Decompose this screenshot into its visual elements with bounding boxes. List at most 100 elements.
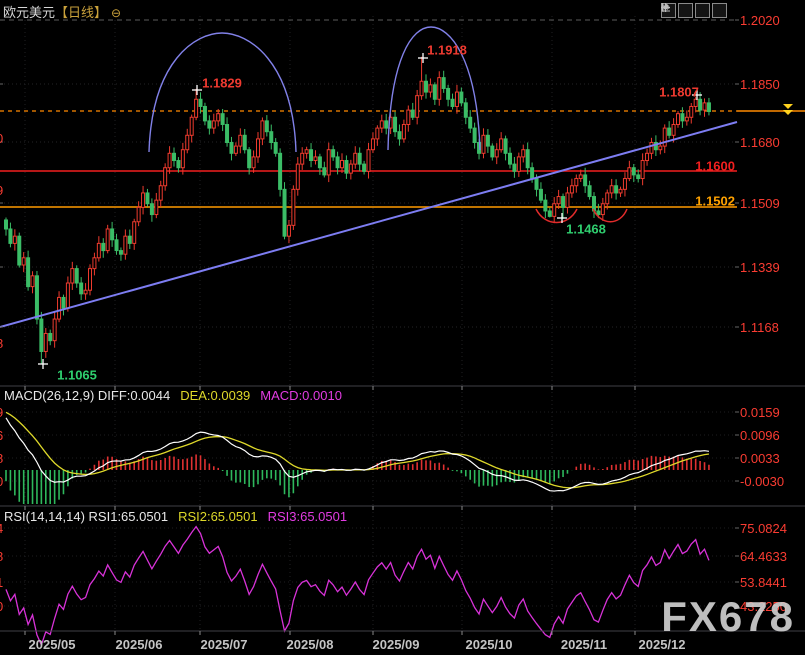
candle-body	[354, 153, 357, 164]
rsi3-label: RSI3:65.0501	[268, 509, 348, 524]
candle-body	[172, 153, 175, 160]
candle-body	[376, 128, 379, 139]
candle-body	[398, 132, 401, 139]
candle-body	[367, 150, 370, 172]
price-left-clipped-label: 9	[0, 183, 3, 198]
candle-body	[71, 269, 74, 283]
candle-body	[619, 189, 622, 193]
candle-body	[592, 197, 595, 211]
price-annotation-1.1600: 1.1600	[695, 159, 735, 174]
candle-body	[336, 157, 339, 168]
candle-body	[623, 179, 626, 190]
macd-dea-label: DEA:0.0039	[180, 388, 250, 403]
macd-main-label: MACD(26,12,9) DIFF:0.0044	[4, 388, 170, 403]
candle-body	[407, 110, 410, 124]
candle-body	[80, 283, 83, 294]
candle-body	[243, 135, 246, 149]
price-axis-label: 1.1850	[740, 77, 780, 92]
candle-body	[455, 92, 458, 106]
x-axis-month-label: 2025/07	[201, 637, 248, 652]
candle-body	[385, 121, 388, 128]
candle-body	[508, 153, 511, 164]
macd-axis-label: 0.0096	[740, 428, 780, 443]
rsi2-label: RSI2:65.0501	[178, 509, 258, 524]
candle-body	[597, 211, 600, 215]
candle-body	[97, 243, 100, 257]
x-axis-month-label: 2025/08	[287, 637, 334, 652]
candle-body	[305, 150, 308, 154]
candle-body	[517, 157, 520, 171]
macd-axis-label: -0.0030	[740, 474, 784, 489]
candle-body	[557, 197, 560, 204]
macd-axis-label: 0.0033	[740, 451, 780, 466]
candle-body	[491, 146, 494, 157]
candle-body	[274, 143, 277, 154]
candle-body	[694, 99, 697, 106]
price-axis-label: 1.1509	[740, 196, 780, 211]
candle-body	[548, 211, 551, 216]
rsi-axis-label: 75.0824	[740, 521, 787, 536]
candle-body	[106, 229, 109, 251]
macd-macd-label: MACD:0.0010	[260, 388, 342, 403]
candle-body	[75, 269, 78, 283]
macd-left-clipped-label: 6	[0, 428, 3, 443]
candle-body	[230, 143, 233, 154]
candle-body	[659, 146, 662, 150]
candle-body	[186, 135, 189, 149]
zoom-out-icon[interactable]: ⊖	[111, 6, 121, 20]
x-axis-month-label: 2025/05	[29, 637, 76, 652]
rsi-label-row: RSI(14,14,14) RSI1:65.0501RSI2:65.0501RS…	[4, 509, 357, 524]
candle-body	[217, 114, 220, 121]
candle-body	[566, 193, 569, 207]
candle-body	[424, 81, 427, 92]
rsi-axis-label: 53.8441	[740, 575, 787, 590]
rsi-left-clipped-label: 4	[0, 521, 3, 536]
price-axis-label: 1.2020	[740, 13, 780, 28]
candle-body	[177, 161, 180, 168]
candle-body	[690, 106, 693, 117]
candle-body	[451, 99, 454, 106]
candle-body	[111, 229, 114, 240]
candle-body	[332, 150, 335, 157]
symbol-name: 欧元美元	[3, 5, 55, 20]
candle-body	[606, 193, 609, 204]
candle-body	[380, 121, 383, 128]
candle-body	[265, 121, 268, 132]
candle-body	[495, 150, 498, 157]
candle-body	[261, 121, 264, 139]
candle-body	[58, 297, 61, 319]
scale-axis-icon[interactable]	[678, 3, 693, 18]
double-bottom-arc	[536, 209, 577, 223]
candle-body	[49, 333, 52, 340]
candle-body	[402, 124, 405, 138]
candle-body	[579, 175, 582, 179]
candle-body	[181, 150, 184, 168]
candle-body	[142, 193, 145, 207]
exit-chart-icon[interactable]	[712, 3, 727, 18]
candle-body	[447, 88, 450, 99]
candle-body	[234, 146, 237, 153]
candle-body	[84, 290, 87, 294]
rsi-left-clipped-label: 0	[0, 599, 3, 614]
candle-body	[226, 124, 229, 142]
candle-body	[62, 297, 65, 308]
candle-body	[535, 179, 538, 190]
candle-body	[9, 229, 12, 243]
candle-body	[66, 283, 69, 308]
candle-body	[203, 106, 206, 120]
candle-body	[676, 114, 679, 125]
price-annotation-1.1502: 1.1502	[695, 194, 735, 209]
candle-body	[526, 150, 529, 168]
pan-axis-icon[interactable]	[695, 3, 710, 18]
rsi-left-clipped-label: 8	[0, 549, 3, 564]
candle-body	[150, 204, 153, 215]
price-axis-label: 1.1680	[740, 135, 780, 150]
x-axis-month-label: 2025/10	[466, 637, 513, 652]
candle-body	[168, 153, 171, 167]
candle-body	[482, 135, 485, 153]
candle-body	[164, 168, 167, 186]
dome-arc-drawing	[149, 33, 296, 152]
rsi-left-clipped-label: 1	[0, 575, 3, 590]
candle-body	[256, 139, 259, 157]
candle-body	[199, 99, 202, 106]
